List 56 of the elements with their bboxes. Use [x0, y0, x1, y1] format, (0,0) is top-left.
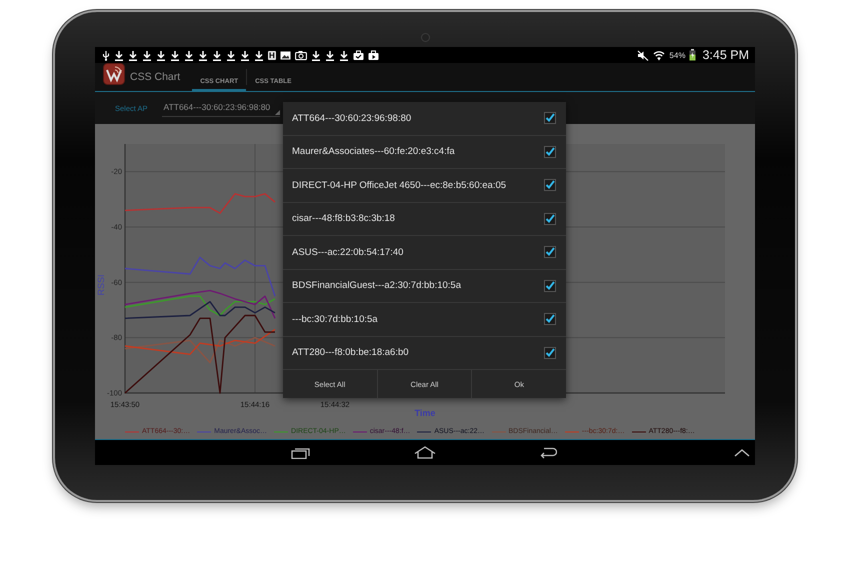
download-icon: [184, 50, 194, 60]
menu-button[interactable]: [734, 448, 750, 457]
checkbox[interactable]: [544, 313, 556, 326]
access-point-item[interactable]: ASUS---ac:22:0b:54:17:40: [292, 246, 544, 258]
checkbox[interactable]: [544, 246, 556, 258]
back-button[interactable]: [539, 446, 557, 459]
app-logo-icon: [103, 63, 125, 85]
usb-icon: [102, 50, 110, 60]
checkbox[interactable]: [544, 179, 556, 192]
checkbox[interactable]: [544, 346, 556, 359]
battery-icon: [689, 49, 696, 61]
camera-lens: [420, 33, 430, 42]
clock: 3:45 PM: [702, 48, 749, 62]
checkbox[interactable]: [544, 212, 556, 225]
checkbox[interactable]: [544, 112, 556, 124]
mute-icon: [637, 50, 650, 60]
download-icon: [310, 50, 321, 60]
app-title: CSS Chart: [130, 71, 180, 83]
download-icon: [324, 50, 335, 60]
battery-percentage: 54%: [669, 50, 686, 60]
briefcase-icon: [352, 50, 364, 60]
chevron-up-icon: [734, 448, 750, 457]
download-icon: [198, 50, 208, 60]
home-button[interactable]: [414, 446, 436, 459]
access-point-item[interactable]: Maurer&Associates---60:fe:20:e3:c4:fa: [292, 146, 544, 158]
download-icon: [128, 50, 138, 60]
download-icon: [338, 50, 349, 60]
back-icon: [539, 446, 557, 459]
camera-icon: [294, 50, 307, 60]
image-icon: [280, 50, 291, 60]
access-point-item[interactable]: ATT280---f8:0b:be:18:a6:b0: [292, 347, 544, 358]
download-icon: [212, 50, 222, 60]
axis-title: RSSI: [96, 274, 106, 296]
access-point-dropdown[interactable]: ATT664---30:60:23:96:98:80: [162, 99, 280, 117]
checkbox[interactable]: [544, 280, 556, 292]
recent-apps-icon: [291, 446, 311, 458]
home-icon: [414, 446, 436, 459]
download-icon: [170, 50, 180, 60]
download-icon: [254, 50, 264, 60]
download-icon: [226, 50, 236, 60]
download-icon: [240, 50, 250, 60]
access-point-item[interactable]: cisar---48:f8:b3:8c:3b:18: [292, 213, 544, 224]
briefcase-icon: [368, 50, 379, 60]
dropdown-corner-icon: [275, 110, 280, 115]
download-icon: [114, 50, 124, 60]
download-icon: [142, 50, 152, 60]
recent-apps-button[interactable]: [291, 446, 311, 458]
wifi-icon: [653, 50, 666, 60]
download-icon: [156, 50, 166, 60]
notification-badge: H: [268, 50, 276, 60]
access-point-item[interactable]: DIRECT-04-HP OfficeJet 4650---ec:8e:b5:60:ea:05: [292, 180, 544, 191]
access-point-item[interactable]: BDSFinancialGuest---a2:30:7d:bb:10:5a: [292, 280, 544, 292]
access-point-item[interactable]: ---bc:30:7d:bb:10:5a: [292, 314, 544, 325]
access-point-item[interactable]: ATT664---30:60:23:96:98:80: [292, 112, 544, 124]
axis-title: Time: [414, 408, 436, 418]
checkbox[interactable]: [544, 146, 556, 158]
